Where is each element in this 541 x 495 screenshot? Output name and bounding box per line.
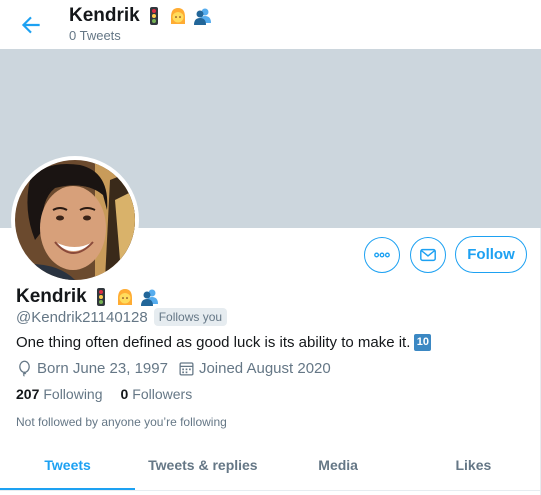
following-link[interactable]: 207 Following (16, 386, 103, 402)
not-followed-note: Not followed by anyone you’re following (16, 415, 227, 429)
follows-you-badge: Follows you (153, 308, 228, 326)
balloon-icon (19, 360, 30, 377)
tab-likes[interactable]: Likes (406, 440, 541, 490)
profile-bio: One thing often defined as good luck is … (16, 334, 432, 351)
traffic-light-icon (91, 287, 111, 307)
profile-tabs: Tweets Tweets & replies Media Likes (0, 440, 541, 491)
follow-button[interactable]: Follow (455, 236, 527, 273)
joined-text: Joined August 2020 (198, 360, 331, 377)
follow-stats: 207 Following 0 Followers (16, 386, 210, 402)
avatar[interactable] (11, 156, 139, 284)
back-arrow-icon[interactable] (18, 12, 44, 38)
envelope-icon (420, 248, 436, 262)
busts-in-silhouette-icon (192, 6, 212, 26)
profile-display-name: Kendrik (16, 286, 159, 308)
tab-tweets-replies[interactable]: Tweets & replies (135, 440, 270, 490)
keycap-ten-icon: 10 (414, 334, 432, 351)
tab-media[interactable]: Media (271, 440, 406, 490)
avatar-photo (15, 160, 135, 280)
header-display-name: Kendrik (69, 5, 212, 27)
birthday-item: Born June 23, 1997 (16, 360, 168, 377)
message-button[interactable] (410, 237, 446, 273)
busts-in-silhouette-icon (139, 287, 159, 307)
birthday-text: Born June 23, 1997 (37, 360, 168, 377)
traffic-light-icon (144, 6, 164, 26)
followers-link[interactable]: 0 Followers (121, 386, 193, 402)
tab-tweets[interactable]: Tweets (0, 440, 136, 490)
woman-blond-icon (115, 287, 135, 307)
joined-item: Joined August 2020 (178, 360, 331, 377)
bio-text: One thing often defined as good luck is … (16, 334, 411, 351)
calendar-icon (179, 362, 194, 376)
profile-header: Kendrik 0 Tweets (0, 0, 541, 49)
woman-blond-icon (168, 6, 188, 26)
more-dots-icon (374, 252, 390, 258)
profile-meta: Born June 23, 1997 Joined August 2020 (16, 360, 341, 377)
tweet-count: 0 Tweets (69, 28, 121, 43)
handle-row: @Kendrik21140128 Follows you (16, 308, 228, 326)
profile-handle: @Kendrik21140128 (16, 308, 148, 326)
more-options-button[interactable] (364, 237, 400, 273)
